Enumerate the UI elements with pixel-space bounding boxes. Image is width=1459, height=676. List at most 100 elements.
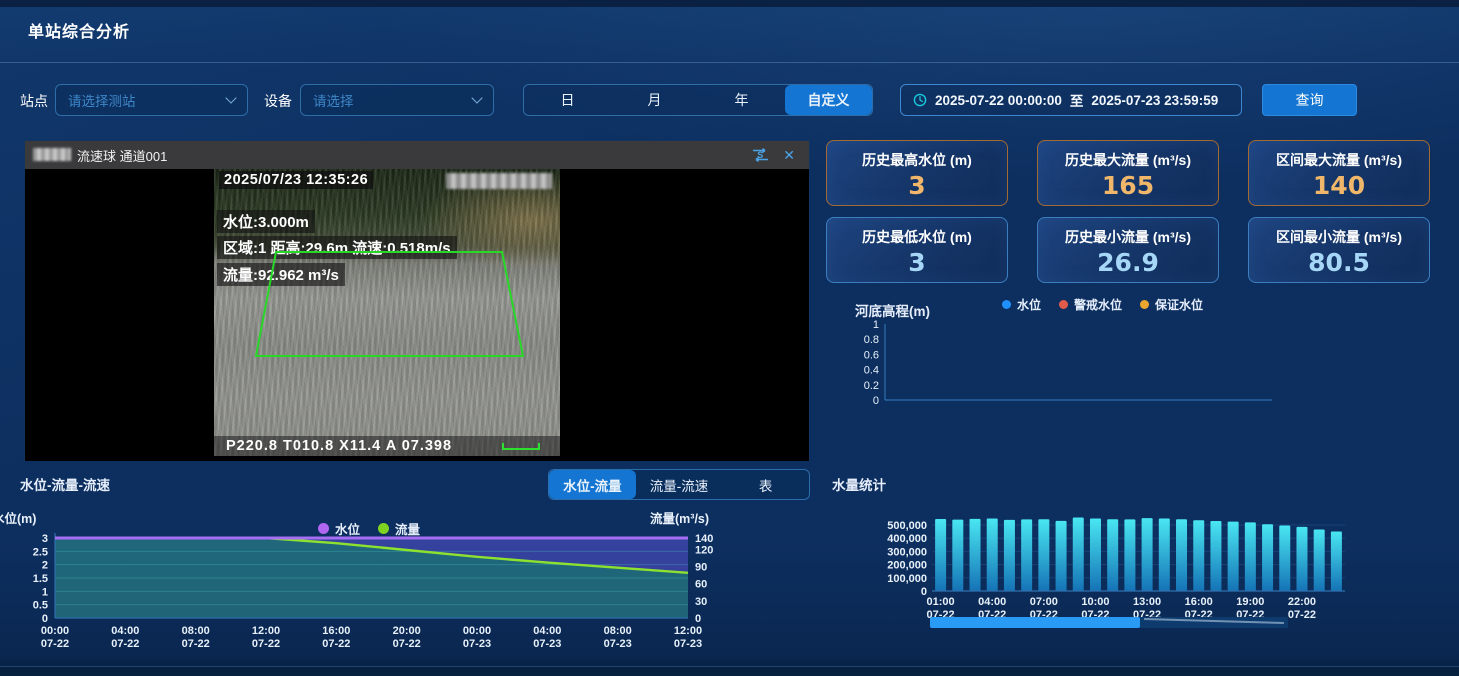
y-tick-label: 0.4 (864, 365, 879, 377)
stat-value: 80.5 (1249, 248, 1429, 277)
video-telemetry: P220.8 T010.8 X11.4 A 07.398 (226, 438, 452, 454)
y-tick-label: 0 (873, 395, 879, 407)
stat-card-range-min-flow: 区间最小流量 (m³/s) 80.5 (1248, 217, 1430, 283)
x-tick-date: 07-22 (322, 638, 350, 650)
device-select[interactable]: 请选择 (300, 84, 494, 116)
volume-chart-datazoom-scrollbar[interactable] (930, 617, 1288, 628)
volume-bar (970, 519, 981, 591)
tab-level-flow[interactable]: 水位-流量 (549, 470, 636, 499)
volume-bar (1279, 526, 1290, 591)
chevron-down-icon (225, 92, 236, 103)
legend-dot (1059, 300, 1068, 309)
x-tick-date: 07-22 (393, 638, 421, 650)
volume-bar (987, 519, 998, 591)
stat-card-hist-min-level: 历史最低水位 (m) 3 (826, 217, 1008, 283)
stat-card-range-max-flow: 区间最大流量 (m³/s) 140 (1248, 140, 1430, 206)
video-bottom-bar: P220.8 T010.8 X11.4 A 07.398 (214, 436, 560, 456)
riverbed-chart: 10.80.60.40.20 (838, 312, 1278, 408)
period-year-button[interactable]: 年 (698, 85, 785, 115)
y-tick-label: 1 (873, 319, 879, 331)
stat-value: 3 (827, 248, 1007, 277)
volume-bar (1038, 519, 1049, 591)
volume-bar (1210, 521, 1221, 591)
volume-bar (935, 519, 946, 591)
volume-bar (1314, 529, 1325, 591)
volume-bar (1245, 522, 1256, 591)
stat-label: 历史最低水位 (m) (827, 227, 1007, 247)
volume-bar (1142, 518, 1153, 591)
legend-item-warning-level[interactable]: 警戒水位 (1059, 296, 1122, 313)
y-tick-label: 300,000 (887, 546, 927, 558)
stat-value: 165 (1038, 171, 1218, 200)
station-select[interactable]: 请选择测站 (55, 84, 248, 116)
x-tick-date: 07-23 (674, 638, 702, 650)
left-tick: 1.5 (33, 573, 48, 585)
x-tick-time: 22:00 (1288, 596, 1316, 608)
legend-dot (1140, 300, 1149, 309)
x-tick-date: 07-22 (1288, 609, 1316, 621)
right-tick: 0 (695, 613, 701, 625)
left-tick: 2.5 (33, 546, 48, 558)
volume-bar (1090, 519, 1101, 591)
date-start: 2025-07-22 00:00:00 (935, 93, 1062, 108)
legend-item-level[interactable]: 水位 (1002, 296, 1041, 313)
x-tick-time: 04:00 (978, 596, 1006, 608)
volume-bar (1296, 527, 1307, 591)
datazoom-preview-line (1144, 618, 1284, 623)
query-button[interactable]: 查询 (1262, 84, 1357, 116)
y-tick-label: 0.6 (864, 349, 879, 361)
y-tick-label: 400,000 (887, 533, 927, 545)
volume-bar (1073, 517, 1084, 591)
bottom-decor-strip (0, 666, 1459, 676)
volume-bar (1056, 521, 1067, 591)
stat-label: 区间最大流量 (m³/s) (1249, 150, 1429, 170)
volume-bar (1004, 520, 1015, 591)
period-day-button[interactable]: 日 (524, 85, 611, 115)
period-month-button[interactable]: 月 (611, 85, 698, 115)
left-tick: 0.5 (33, 600, 48, 612)
stream-toggle-icon[interactable]: S (752, 147, 769, 163)
volume-bar (1021, 519, 1032, 591)
stat-label: 历史最大流量 (m³/s) (1038, 150, 1218, 170)
tab-table[interactable]: 表 (722, 470, 809, 499)
date-range-picker[interactable]: 2025-07-22 00:00:00 至 2025-07-23 23:59:5… (900, 84, 1242, 116)
stat-label: 历史最小流量 (m³/s) (1038, 227, 1218, 247)
station-label: 站点 (20, 91, 48, 111)
legend-item-guarantee-level[interactable]: 保证水位 (1140, 296, 1203, 313)
x-tick-time: 04:00 (111, 625, 139, 637)
video-panel-header: 流速球 通道001 S ✕ (25, 141, 809, 169)
y-tick-label: 100,000 (887, 573, 927, 585)
stat-card-hist-max-flow: 历史最大流量 (m³/s) 165 (1037, 140, 1219, 206)
device-select-placeholder: 请选择 (313, 90, 473, 110)
x-tick-time: 08:00 (604, 625, 632, 637)
x-tick-time: 12:00 (674, 625, 702, 637)
y-tick-label: 0.2 (864, 380, 879, 392)
x-tick-time: 16:00 (322, 625, 350, 637)
tab-flow-velocity[interactable]: 流量-流速 (636, 470, 723, 499)
top-decor-strip (0, 0, 1459, 7)
stat-card-hist-min-flow: 历史最小流量 (m³/s) 26.9 (1037, 217, 1219, 283)
x-tick-time: 04:00 (533, 625, 561, 637)
x-tick-time: 13:00 (1133, 596, 1161, 608)
stat-value: 140 (1249, 171, 1429, 200)
device-label: 设备 (264, 91, 292, 111)
y-tick-label: 500,000 (887, 520, 927, 532)
chart-canvas: 500,000400,000300,000200,000100,000001:0… (820, 500, 1459, 676)
volume-bar (1124, 519, 1135, 591)
page-title: 单站综合分析 (28, 18, 130, 42)
x-tick-time: 16:00 (1185, 596, 1213, 608)
date-separator: 至 (1070, 90, 1084, 110)
chart-canvas: 10.80.60.40.20 (838, 312, 1278, 408)
close-icon[interactable]: ✕ (783, 148, 795, 162)
x-tick-date: 07-23 (463, 638, 491, 650)
period-segmented-control: 日 月 年 自定义 (523, 84, 873, 116)
video-panel: 流速球 通道001 S ✕ 2025/07/23 12:35:26 水位:3.0… (24, 140, 810, 461)
period-custom-button[interactable]: 自定义 (785, 85, 872, 115)
level-flow-section-title: 水位-流量-流速 (20, 474, 110, 494)
right-tick: 60 (695, 579, 707, 591)
left-tick: 3 (42, 533, 48, 545)
stat-label: 历史最高水位 (m) (827, 150, 1007, 170)
stat-card-hist-max-level: 历史最高水位 (m) 3 (826, 140, 1008, 206)
datazoom-handle[interactable] (930, 617, 1140, 628)
station-select-placeholder: 请选择测站 (68, 90, 227, 110)
